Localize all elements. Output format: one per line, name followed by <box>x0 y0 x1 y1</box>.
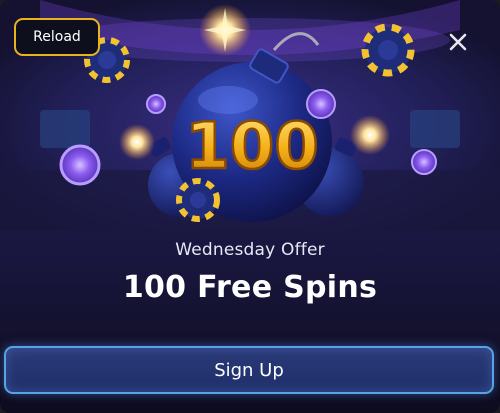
casino-chip-icon <box>306 89 336 119</box>
offer-title: 100 Free Spins <box>122 270 378 305</box>
casino-chip-icon <box>361 23 415 77</box>
close-icon[interactable] <box>446 30 470 54</box>
bomb-number: 100 <box>185 110 319 184</box>
casino-chip-icon <box>411 149 437 175</box>
casino-chip-icon <box>176 178 220 222</box>
casino-chip-icon <box>146 94 166 114</box>
offer-subtitle: Wednesday Offer <box>175 240 325 260</box>
promo-modal: 100 Reload Wednesday Offer 100 Free Spin… <box>0 0 500 413</box>
casino-chip-icon <box>59 144 101 186</box>
sparkle-icon <box>119 124 155 160</box>
sign-up-button[interactable]: Sign Up <box>4 346 494 394</box>
sparkle-icon <box>199 4 251 56</box>
sparkle-icon <box>350 115 390 155</box>
reload-button[interactable]: Reload <box>14 18 100 56</box>
